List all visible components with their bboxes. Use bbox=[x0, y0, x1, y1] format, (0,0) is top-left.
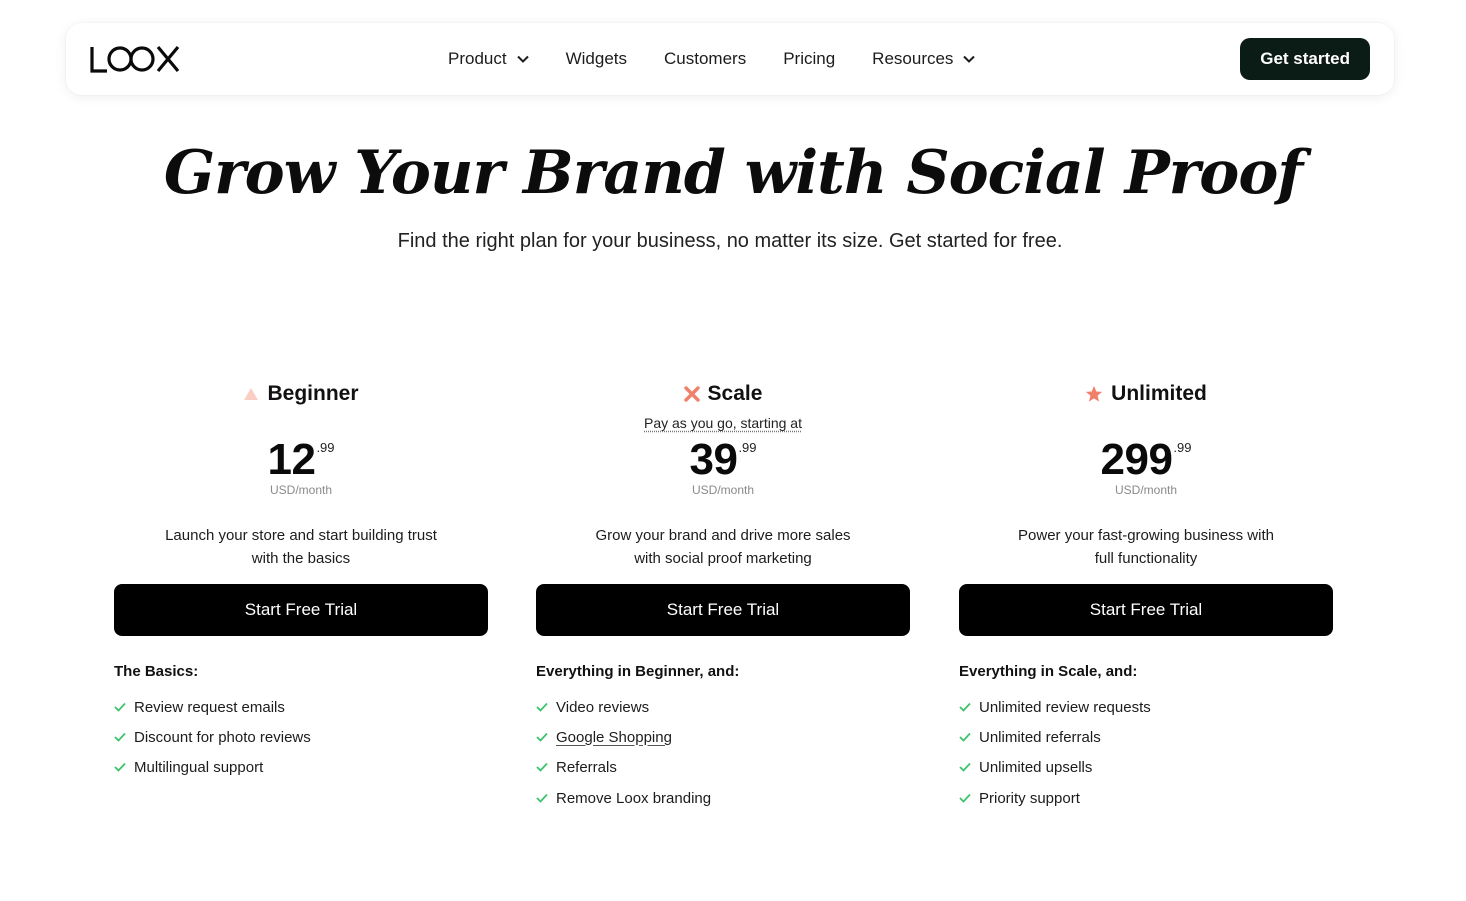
plan-description-line: Grow your brand and drive more sales bbox=[595, 527, 851, 544]
price-unit: USD/month bbox=[1114, 483, 1178, 497]
hero-subtitle: Find the right plan for your business, n… bbox=[397, 230, 1063, 252]
plan-card-beginner: Beginner 12 .99 USD/month Launch your st… bbox=[114, 378, 488, 776]
loox-logo[interactable] bbox=[90, 43, 180, 75]
feature-item: Review request emails bbox=[114, 692, 311, 722]
feature-item: Discount for photo reviews bbox=[114, 722, 311, 752]
price-amount: 39 bbox=[689, 435, 738, 484]
price-cents: .99 bbox=[316, 440, 335, 455]
get-started-button[interactable]: Get started bbox=[1240, 38, 1370, 80]
feature-list: Unlimited review requests Unlimited refe… bbox=[959, 692, 1151, 813]
features-title: Everything in Scale, and: bbox=[959, 663, 1138, 680]
feature-list: Video reviews Google Shopping Referrals … bbox=[536, 692, 711, 813]
nav-widgets-label: Widgets bbox=[565, 49, 628, 68]
check-icon bbox=[536, 732, 550, 742]
loox-logo-icon bbox=[90, 45, 180, 73]
check-icon bbox=[536, 702, 550, 712]
plan-description-line: Launch your store and start building tru… bbox=[165, 527, 437, 544]
nav-widgets[interactable]: Widgets bbox=[566, 49, 627, 69]
nav-customers-label: Customers bbox=[664, 49, 747, 68]
check-icon bbox=[959, 762, 973, 772]
plan-description: Power your fast-growing business with fu… bbox=[996, 524, 1296, 570]
plan-description-line: with the basics bbox=[251, 550, 351, 567]
plan-name: Scale bbox=[707, 382, 763, 405]
price-cents: .99 bbox=[1173, 440, 1192, 455]
feature-label: Video reviews bbox=[556, 698, 650, 716]
plan-name: Beginner bbox=[267, 382, 359, 405]
plan-description-line: Power your fast-growing business with bbox=[1018, 527, 1274, 544]
plan-price: 12 .99 bbox=[114, 436, 488, 484]
check-icon bbox=[114, 702, 128, 712]
feature-item: Priority support bbox=[959, 783, 1151, 813]
plan-header: Beginner bbox=[114, 378, 488, 410]
feature-item: Unlimited review requests bbox=[959, 692, 1151, 722]
feature-item: Referrals bbox=[536, 752, 711, 782]
star-icon bbox=[1085, 385, 1103, 403]
nav-product-label: Product bbox=[448, 49, 507, 68]
plan-description-line: full functionality bbox=[1094, 550, 1198, 567]
check-icon bbox=[114, 762, 128, 772]
feature-label: Remove Loox branding bbox=[556, 789, 712, 807]
plan-header: Scale bbox=[536, 378, 910, 410]
price-unit: USD/month bbox=[269, 483, 333, 497]
plan-card-scale: Scale Pay as you go, starting at 39 .99 … bbox=[536, 378, 910, 807]
check-icon bbox=[959, 732, 973, 742]
check-icon bbox=[536, 762, 550, 772]
x-shape-icon bbox=[683, 386, 700, 402]
nav-resources-label: Resources bbox=[872, 49, 954, 68]
nav-customers[interactable]: Customers bbox=[664, 49, 746, 69]
nav-pricing[interactable]: Pricing bbox=[783, 49, 835, 69]
pricing-note[interactable]: Pay as you go, starting at bbox=[536, 415, 910, 431]
main-nav: Product Widgets Customers Pricing Resour… bbox=[448, 23, 1012, 95]
feature-item: Remove Loox branding bbox=[536, 783, 711, 813]
start-free-trial-button[interactable]: Start Free Trial bbox=[959, 584, 1333, 636]
feature-label: Priority support bbox=[979, 789, 1080, 807]
check-icon bbox=[114, 732, 128, 742]
plan-description: Grow your brand and drive more sales wit… bbox=[573, 524, 873, 570]
feature-item: Video reviews bbox=[536, 692, 711, 722]
feature-item: Unlimited upsells bbox=[959, 752, 1151, 782]
feature-list: Review request emails Discount for photo… bbox=[114, 692, 311, 782]
feature-label: Unlimited referrals bbox=[979, 728, 1101, 746]
hero-title: Grow Your Brand with Social Proof bbox=[163, 138, 1303, 208]
plan-price: 39 .99 bbox=[536, 436, 910, 484]
plan-name: Unlimited bbox=[1111, 382, 1207, 405]
price-amount: 12 bbox=[267, 435, 316, 484]
check-icon bbox=[959, 702, 973, 712]
nav-resources[interactable]: Resources bbox=[872, 49, 976, 69]
start-free-trial-button[interactable]: Start Free Trial bbox=[114, 584, 488, 636]
feature-label: Unlimited upsells bbox=[979, 758, 1093, 776]
plan-price: 299 .99 bbox=[959, 436, 1333, 484]
features-title: The Basics: bbox=[114, 663, 199, 680]
check-icon bbox=[959, 793, 973, 803]
top-navbar: Product Widgets Customers Pricing Resour… bbox=[66, 23, 1394, 95]
feature-label: Discount for photo reviews bbox=[134, 728, 311, 746]
triangle-icon bbox=[243, 387, 259, 401]
price-cents: .99 bbox=[738, 440, 757, 455]
price-unit: USD/month bbox=[691, 483, 755, 497]
feature-item: Google Shopping bbox=[536, 722, 711, 752]
plan-card-unlimited: Unlimited 299 .99 USD/month Power your f… bbox=[959, 378, 1333, 807]
feature-label: Review request emails bbox=[134, 698, 285, 716]
chevron-down-icon bbox=[963, 55, 976, 63]
feature-label: Multilingual support bbox=[134, 758, 264, 776]
feature-label: Referrals bbox=[556, 758, 617, 776]
nav-pricing-label: Pricing bbox=[783, 49, 836, 68]
nav-product[interactable]: Product bbox=[448, 49, 529, 69]
features-title: Everything in Beginner, and: bbox=[536, 663, 740, 680]
feature-label-link[interactable]: Google Shopping bbox=[556, 729, 672, 746]
feature-item: Unlimited referrals bbox=[959, 722, 1151, 752]
plan-description-line: with social proof marketing bbox=[634, 550, 812, 567]
feature-label: Unlimited review requests bbox=[979, 698, 1151, 716]
price-amount: 299 bbox=[1100, 435, 1173, 484]
feature-item: Multilingual support bbox=[114, 752, 311, 782]
check-icon bbox=[536, 793, 550, 803]
chevron-down-icon bbox=[516, 55, 529, 63]
plan-header: Unlimited bbox=[959, 378, 1333, 410]
start-free-trial-button[interactable]: Start Free Trial bbox=[536, 584, 910, 636]
plan-description: Launch your store and start building tru… bbox=[151, 524, 451, 570]
